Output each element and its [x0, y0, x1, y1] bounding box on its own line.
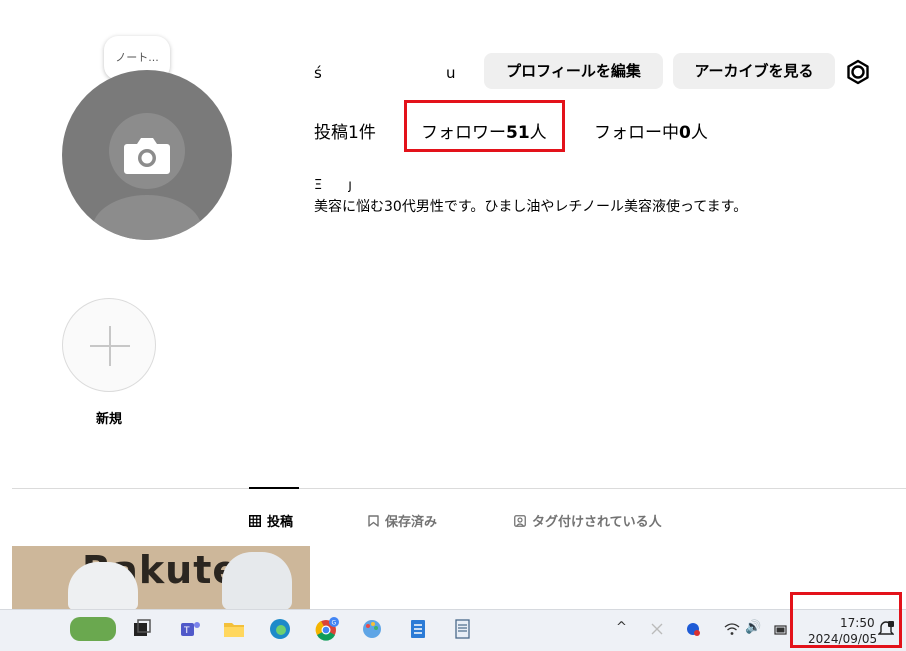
svg-text:T: T	[183, 626, 190, 636]
battery-icon[interactable]	[774, 622, 788, 636]
new-highlight-label: 新規	[96, 412, 123, 427]
task-view-icon[interactable]	[130, 617, 154, 641]
following-label: フォロー中	[594, 123, 679, 143]
posts-count: 投稿1件	[314, 118, 376, 143]
tab-posts-label: 投稿	[267, 515, 294, 530]
username-fragment-start: ś	[314, 64, 322, 82]
camera-icon	[124, 138, 170, 174]
wifi-icon[interactable]	[724, 622, 740, 636]
grid-icon	[249, 514, 261, 527]
chrome-icon[interactable]: G	[314, 617, 339, 641]
bookmark-icon	[368, 514, 379, 527]
notepad-icon[interactable]	[406, 617, 430, 641]
settings-gear-icon[interactable]	[845, 59, 871, 85]
file-explorer-icon[interactable]	[222, 617, 246, 641]
svg-text:G: G	[332, 620, 337, 627]
avatar[interactable]	[62, 70, 232, 240]
posts-label: 投稿	[314, 123, 348, 143]
following-link[interactable]: フォロー中0人	[594, 118, 708, 143]
username-fragment-end: u	[446, 64, 456, 82]
document-icon[interactable]	[450, 617, 474, 641]
following-unit: 人	[690, 123, 708, 143]
new-highlight-button[interactable]	[62, 298, 156, 392]
followers-highlight-annotation	[404, 100, 565, 152]
tab-saved[interactable]: 保存済み	[368, 511, 437, 530]
posts-unit: 件	[358, 123, 376, 143]
tabs-divider	[12, 488, 906, 489]
speaker-icon[interactable]: 🔊	[745, 620, 761, 635]
edit-profile-button[interactable]: プロフィールを編集	[484, 53, 663, 89]
thumbnail-bottle-left	[68, 562, 138, 610]
widgets-icon[interactable]	[70, 617, 116, 641]
thumbnail-bottle-right	[222, 552, 292, 610]
paint-icon[interactable]	[360, 617, 384, 641]
active-tab-indicator	[249, 487, 299, 489]
tray-app-icon[interactable]	[650, 622, 664, 636]
teams-icon[interactable]: T	[178, 617, 202, 641]
following-number: 0	[679, 123, 691, 143]
note-text: ノート...	[115, 51, 159, 64]
clock-highlight-annotation	[790, 592, 902, 648]
plus-icon	[90, 326, 130, 366]
tray-overflow-chevron[interactable]: ^	[616, 620, 627, 635]
tag-person-icon	[514, 514, 526, 527]
edge-icon[interactable]	[268, 617, 292, 641]
tab-saved-label: 保存済み	[385, 515, 438, 530]
view-archive-button[interactable]: アーカイブを見る	[673, 53, 835, 89]
profile-name: Ξ ȷ	[314, 178, 352, 193]
avatar-placeholder-body	[92, 195, 202, 240]
profile-bio: 美容に悩む30代男性です。ひまし油やレチノール美容液使ってます。	[314, 199, 748, 215]
tab-posts[interactable]: 投稿	[249, 511, 293, 530]
posts-number: 1	[348, 123, 359, 143]
tab-tagged-label: タグ付けされている人	[532, 515, 662, 530]
tray-status-icon[interactable]	[686, 622, 700, 636]
tab-tagged[interactable]: タグ付けされている人	[514, 511, 662, 530]
post-thumbnail[interactable]: Rakuten	[12, 546, 310, 610]
